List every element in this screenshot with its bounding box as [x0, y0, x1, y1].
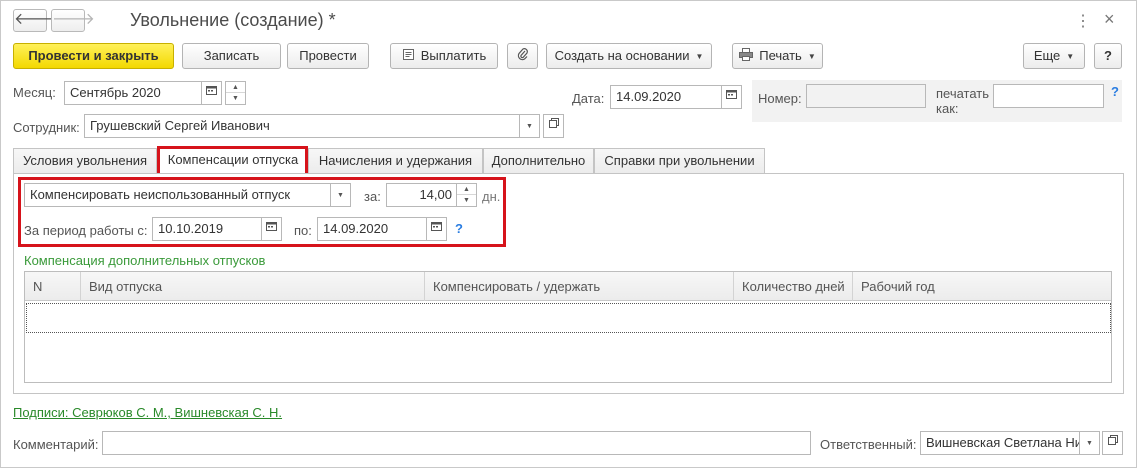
responsible-dropdown-button[interactable]: ▼ — [1079, 431, 1100, 455]
compensation-mode-dropdown-button[interactable]: ▼ — [330, 183, 351, 207]
period-to-label: по: — [294, 223, 312, 238]
caret-down-icon: ▼ — [1066, 51, 1075, 61]
calendar-icon — [726, 90, 737, 102]
section-title-additional-compensation: Компенсация дополнительных отпусков — [24, 253, 266, 268]
close-icon[interactable]: × — [1104, 9, 1115, 30]
comment-field[interactable] — [102, 431, 811, 455]
column-header[interactable]: N — [25, 272, 81, 301]
period-from-field[interactable]: 10.10.2019 — [152, 217, 262, 241]
signatures-link[interactable]: Подписи: Севрюков С. М., Вишневская С. Н… — [13, 405, 282, 420]
create-based-on-button[interactable]: Создать на основании ▼ — [546, 43, 712, 69]
calendar-icon — [206, 86, 217, 98]
comment-label: Комментарий: — [13, 437, 99, 452]
pay-label: Выплатить — [420, 48, 487, 63]
days-stepper[interactable]: ▲ ▼ — [456, 183, 477, 207]
column-header[interactable]: Рабочий год — [853, 272, 1111, 301]
printer-icon — [739, 45, 754, 69]
forward-button[interactable]: 🡒 — [51, 9, 95, 32]
additional-compensation-table[interactable]: N Вид отпуска Компенсировать / удержать … — [24, 271, 1112, 383]
days-field[interactable]: 14,00 — [386, 183, 457, 207]
back-button[interactable]: 🡐 — [13, 9, 57, 32]
paperclip-icon — [517, 45, 529, 69]
page-title: Увольнение (создание) * — [130, 10, 336, 30]
print-button[interactable]: Печать ▼ — [732, 43, 823, 69]
stepper-down-icon[interactable]: ▼ — [226, 93, 245, 104]
calendar-button[interactable] — [426, 217, 447, 241]
period-from-label: За период работы с: — [24, 223, 148, 238]
calendar-icon — [266, 222, 277, 234]
save-button[interactable]: Записать — [182, 43, 281, 69]
more-button[interactable]: Еще ▼ — [1023, 43, 1085, 69]
tab-accruals-deductions[interactable]: Начисления и удержания — [308, 148, 483, 173]
more-actions-icon[interactable]: ⋮ — [1075, 11, 1091, 31]
stepper-up-icon[interactable]: ▲ — [226, 82, 245, 93]
caret-down-icon: ▼ — [526, 123, 533, 130]
tab-label: Справки при увольнении — [604, 153, 755, 168]
responsible-field[interactable]: Вишневская Светлана Ни — [920, 431, 1080, 455]
caret-down-icon: ▼ — [807, 51, 816, 61]
caret-down-icon: ▼ — [1086, 440, 1093, 447]
tab-label: Начисления и удержания — [318, 153, 473, 168]
number-field[interactable] — [806, 84, 926, 108]
number-label: Номер: — [758, 91, 802, 106]
caret-down-icon: ▼ — [337, 192, 344, 199]
calendar-icon — [431, 222, 442, 234]
attach-button[interactable] — [507, 43, 538, 69]
open-icon — [1107, 435, 1118, 448]
stepper-down-icon[interactable]: ▼ — [457, 195, 476, 206]
column-header[interactable]: Вид отпуска — [81, 272, 425, 301]
table-row[interactable] — [26, 303, 1111, 333]
tab-dismissal-conditions[interactable]: Условия увольнения — [13, 148, 157, 173]
print-as-label-line2: как: — [936, 101, 959, 116]
tab-label: Дополнительно — [491, 153, 586, 168]
document-icon — [402, 45, 415, 69]
date-field[interactable]: 14.09.2020 — [610, 85, 722, 109]
calendar-button[interactable] — [721, 85, 742, 109]
tab-vacation-compensation[interactable]: Компенсации отпуска — [158, 147, 308, 174]
help-icon[interactable]: ? — [1111, 84, 1119, 99]
help-button[interactable]: ? — [1094, 43, 1122, 69]
period-to-field[interactable]: 14.09.2020 — [317, 217, 427, 241]
stepper-up-icon[interactable]: ▲ — [457, 184, 476, 195]
tab-label: Компенсации отпуска — [167, 152, 299, 167]
pay-button[interactable]: Выплатить — [390, 43, 498, 69]
tab-additional[interactable]: Дополнительно — [483, 148, 594, 173]
month-label: Месяц: — [13, 85, 56, 100]
column-header[interactable]: Количество дней — [734, 272, 853, 301]
help-icon[interactable]: ? — [455, 221, 463, 236]
responsible-label: Ответственный: — [820, 437, 917, 452]
column-header[interactable]: Компенсировать / удержать — [425, 272, 734, 301]
print-as-label-line1: печатать — [936, 86, 990, 101]
date-label: Дата: — [572, 91, 605, 106]
post-button[interactable]: Провести — [287, 43, 369, 69]
help-label: ? — [1104, 48, 1112, 63]
create-based-on-label: Создать на основании — [554, 48, 690, 63]
print-as-label: печатать как: — [936, 86, 989, 116]
arrow-right-icon: 🡒 — [52, 11, 95, 28]
calendar-button[interactable] — [261, 217, 282, 241]
tab-dismissal-certificates[interactable]: Справки при увольнении — [594, 148, 765, 173]
compensation-mode-select[interactable]: Компенсировать неиспользованный отпуск — [24, 183, 331, 207]
employee-field[interactable]: Грушевский Сергей Иванович — [84, 114, 520, 138]
table-header: N Вид отпуска Компенсировать / удержать … — [25, 272, 1111, 301]
post-and-close-button[interactable]: Провести и закрыть — [13, 43, 174, 69]
caret-down-icon: ▼ — [695, 51, 704, 61]
days-unit-label: дн. — [482, 189, 501, 204]
print-as-field[interactable] — [993, 84, 1104, 108]
tab-label: Условия увольнения — [22, 153, 148, 168]
post-label: Провести — [299, 48, 357, 63]
print-label: Печать — [759, 48, 802, 63]
open-responsible-button[interactable] — [1102, 431, 1123, 455]
days-for-label: за: — [364, 189, 381, 204]
month-field[interactable]: Сентябрь 2020 — [64, 81, 202, 105]
open-icon — [548, 118, 559, 131]
employee-dropdown-button[interactable]: ▼ — [519, 114, 540, 138]
save-label: Записать — [203, 48, 260, 63]
more-label: Еще — [1033, 48, 1061, 63]
employee-label: Сотрудник: — [13, 120, 80, 135]
post-and-close-label: Провести и закрыть — [28, 48, 159, 63]
open-employee-button[interactable] — [543, 114, 564, 138]
month-stepper[interactable]: ▲ ▼ — [225, 81, 246, 105]
calendar-button[interactable] — [201, 81, 222, 105]
